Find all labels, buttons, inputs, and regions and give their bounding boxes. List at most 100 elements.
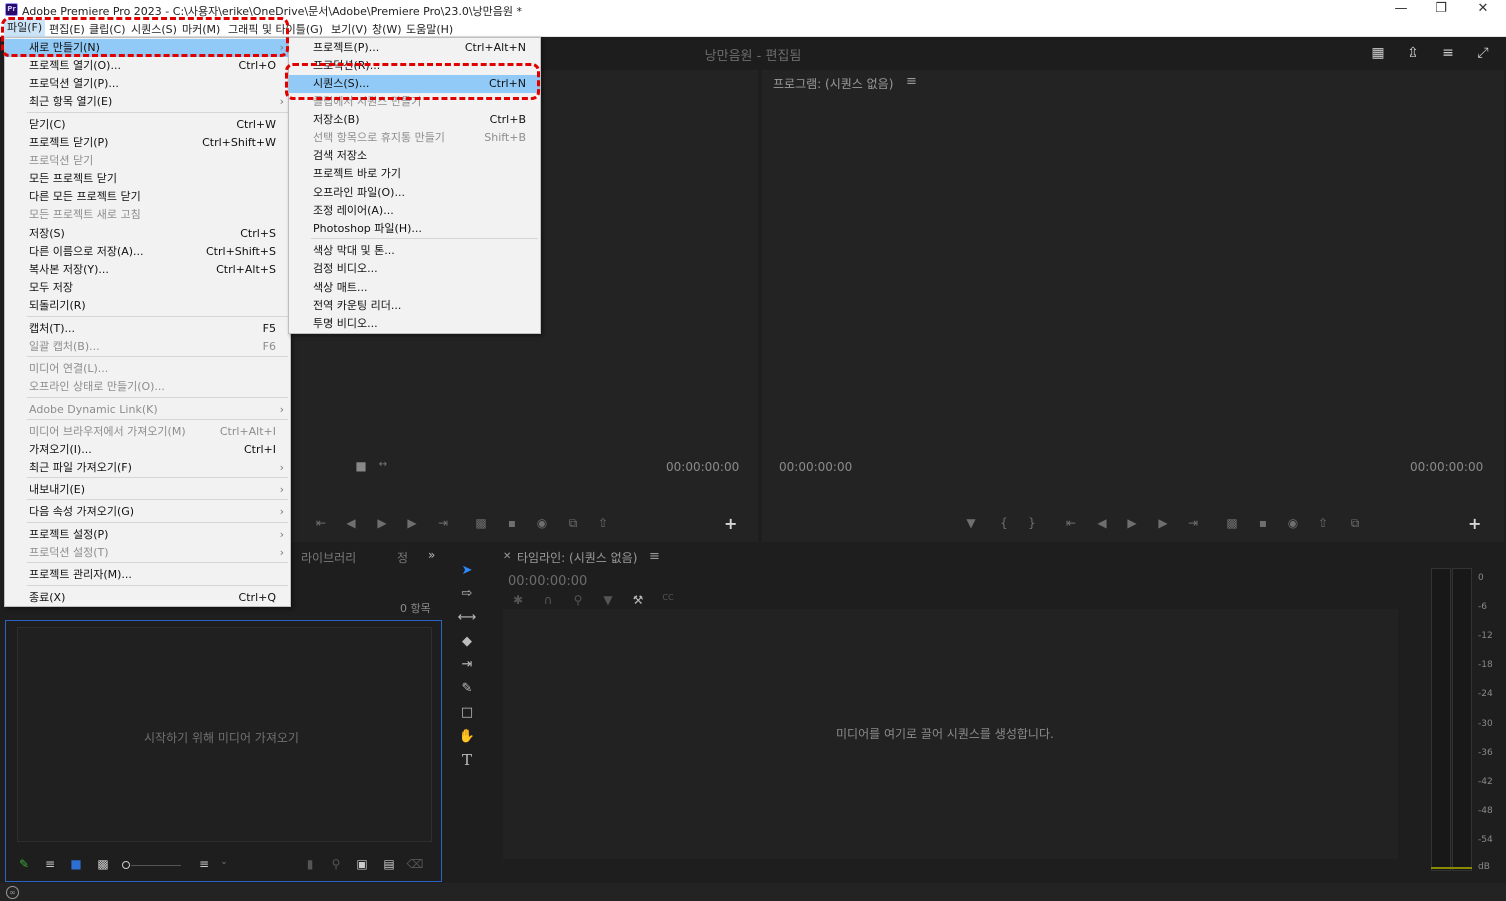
tab-library[interactable]: 라이브러리 — [301, 549, 356, 566]
zoom-slider-track[interactable] — [131, 865, 181, 866]
file-menu-item[interactable]: 프로덕션 열기(P)... — [5, 75, 290, 93]
linked-selection-icon[interactable]: ⚲ — [569, 593, 587, 607]
panel-menu-icon[interactable]: ≡ — [906, 74, 917, 89]
step-back-icon[interactable]: ◀ — [342, 516, 360, 530]
new-submenu-item[interactable]: 투명 비디오... — [289, 315, 540, 333]
wrench-icon[interactable]: ⚒ — [629, 593, 647, 607]
timeline-title[interactable]: 타임라인: (시퀀스 없음) — [517, 549, 637, 566]
razor-icon[interactable]: ◆ — [457, 632, 477, 652]
file-menu-item[interactable]: 프로젝트 닫기(P) Ctrl+Shift+W — [5, 134, 290, 152]
file-menu-item[interactable]: 닫기(C) Ctrl+W — [5, 116, 290, 134]
rectangle-icon[interactable]: □ — [457, 703, 477, 723]
file-menu-item[interactable]: 모두 저장 — [5, 279, 290, 297]
search-icon[interactable]: ⚲ — [327, 857, 345, 871]
new-submenu-item[interactable]: 검색 저장소 — [289, 147, 540, 165]
program-timecode-left[interactable]: 00:00:00:00 — [779, 460, 852, 474]
new-submenu-item[interactable]: 프로젝트(P)... Ctrl+Alt+N — [289, 39, 540, 57]
add-button-icon[interactable]: + — [724, 514, 737, 533]
slip-icon[interactable]: ⇥ — [457, 655, 477, 675]
pencil-icon[interactable]: ✎ — [15, 857, 33, 871]
go-to-in-icon[interactable]: ⇤ — [1062, 516, 1080, 530]
zoom-slider-handle[interactable] — [122, 861, 130, 869]
play-icon[interactable]: ▶ — [1123, 516, 1141, 530]
track-select-icon[interactable]: ⇨ — [457, 584, 477, 604]
file-menu-item[interactable]: 캡처(T)... F5 — [5, 320, 290, 338]
overwrite-icon[interactable]: ▪ — [503, 516, 521, 530]
freeform-view-icon[interactable]: ▩ — [94, 857, 112, 871]
new-submenu-item[interactable]: 저장소(B) Ctrl+B — [289, 111, 540, 129]
snap-icon[interactable]: ∩ — [539, 593, 557, 607]
menu-view[interactable]: 보기(V) — [331, 21, 367, 37]
menu-help[interactable]: 도움말(H) — [406, 21, 453, 37]
list-view-icon[interactable]: ≡ — [41, 857, 59, 871]
restore-icon[interactable]: ❐ — [1421, 0, 1461, 19]
pen-icon[interactable]: ✎ — [457, 679, 477, 699]
type-tool-icon[interactable]: T — [457, 750, 477, 770]
insert-icon[interactable]: ▩ — [472, 516, 490, 530]
chevron-down-icon[interactable]: ⌄ — [215, 857, 233, 867]
timeline-timecode[interactable]: 00:00:00:00 — [508, 574, 587, 589]
camera-icon[interactable]: ◉ — [1284, 516, 1302, 530]
new-submenu-item[interactable]: 검정 비디오... — [289, 260, 540, 278]
close-tab-icon[interactable]: ✕ — [503, 551, 511, 562]
sort-icon[interactable]: ≡ — [195, 857, 213, 871]
panel-menu-icon[interactable]: ≡ — [649, 549, 660, 564]
file-menu-item[interactable]: 복사본 저장(Y)... Ctrl+Alt+S — [5, 261, 290, 279]
play-icon[interactable]: ▶ — [373, 516, 391, 530]
share-icon[interactable]: ⇫ — [1404, 44, 1422, 62]
compare-icon[interactable]: ⧉ — [564, 516, 582, 531]
timeline-drop-area[interactable]: 미디어를 여기로 끌어 시퀀스를 생성합니다. — [503, 609, 1398, 859]
file-menu-item[interactable]: 내보내기(E) › — [5, 481, 290, 499]
file-menu-item[interactable]: 가져오기(I)... Ctrl+I — [5, 441, 290, 459]
file-menu-item[interactable]: 프로젝트 열기(O)... Ctrl+O — [5, 57, 290, 75]
automate-icon[interactable]: ▮ — [301, 857, 319, 871]
ripple-edit-icon[interactable]: ⟷ — [457, 608, 477, 628]
minimize-icon[interactable]: — — [1381, 0, 1421, 19]
file-menu-item[interactable]: 모든 프로젝트 닫기 — [5, 170, 290, 188]
file-menu-item[interactable]: 다른 모든 프로젝트 닫기 — [5, 188, 290, 206]
mark-out-icon[interactable]: ⇥ — [434, 516, 452, 530]
creative-cloud-icon[interactable]: ∞ — [6, 886, 19, 899]
step-back-icon[interactable]: ◀ — [1093, 516, 1111, 530]
step-forward-icon[interactable]: ▶ — [1154, 516, 1172, 530]
go-to-out-icon[interactable]: ⇥ — [1184, 516, 1202, 530]
menu-window[interactable]: 창(W) — [372, 21, 402, 37]
fullscreen-icon[interactable]: ⤢ — [1474, 44, 1492, 62]
trash-icon[interactable]: ⌫ — [406, 857, 424, 871]
icon-view-icon[interactable]: ■ — [67, 857, 85, 871]
file-menu-item[interactable]: 종료(X) Ctrl+Q — [5, 589, 290, 607]
file-menu-item[interactable]: 되돌리기(R) — [5, 297, 290, 315]
export-frame-icon[interactable]: ⇧ — [594, 516, 612, 530]
file-menu-item[interactable]: 프로젝트 관리자(M)... — [5, 566, 290, 584]
file-menu-item[interactable]: 다음 속성 가져오기(G) › — [5, 503, 290, 521]
new-submenu-item[interactable]: 색상 막대 및 톤... — [289, 242, 540, 260]
workspaces-icon[interactable]: ≡ — [1439, 44, 1457, 62]
close-icon[interactable]: ✕ — [1463, 0, 1503, 19]
mark-in-icon[interactable]: ⇤ — [312, 516, 330, 530]
comparison-view-icon[interactable]: ⧉ — [1346, 516, 1364, 531]
new-submenu-item[interactable]: Photoshop 파일(H)... — [289, 220, 540, 238]
export-frame-icon[interactable]: ⇧ — [1314, 516, 1332, 530]
nest-icon[interactable]: ✱ — [509, 593, 527, 607]
insert-edit-icon[interactable]: ↔ — [374, 459, 392, 470]
more-tabs-icon[interactable]: » — [428, 548, 435, 562]
new-submenu-item[interactable]: 전역 카운팅 리더... — [289, 297, 540, 315]
file-menu-item[interactable]: 최근 파일 가져오기(F) › — [5, 459, 290, 477]
selection-tool-icon[interactable]: ➤ — [457, 561, 477, 581]
mark-out-bracket-icon[interactable]: } — [1023, 516, 1041, 530]
file-menu-item[interactable]: 최근 항목 열기(E) › — [5, 93, 290, 111]
hand-icon[interactable]: ✋ — [457, 727, 477, 747]
new-submenu-item[interactable]: 색상 매트... — [289, 279, 540, 297]
media-drop-area[interactable]: 시작하기 위해 미디어 가져오기 — [17, 627, 432, 842]
settings-icon[interactable]: ■ — [352, 459, 370, 473]
mark-in-bracket-icon[interactable]: { — [995, 516, 1013, 530]
add-marker-icon[interactable]: ▼ — [599, 593, 617, 607]
new-submenu-item[interactable]: 오프라인 파일(O)... — [289, 184, 540, 202]
add-button-icon[interactable]: + — [1468, 514, 1481, 533]
extract-icon[interactable]: ▪ — [1254, 516, 1272, 530]
new-submenu-item[interactable]: 프로젝트 바로 가기 — [289, 165, 540, 183]
marker-icon[interactable]: ▼ — [962, 516, 980, 530]
program-monitor-title[interactable]: 프로그램: (시퀀스 없음) — [773, 75, 893, 92]
quick-export-icon[interactable]: ▦ — [1369, 44, 1387, 62]
camera-icon[interactable]: ◉ — [533, 516, 551, 530]
